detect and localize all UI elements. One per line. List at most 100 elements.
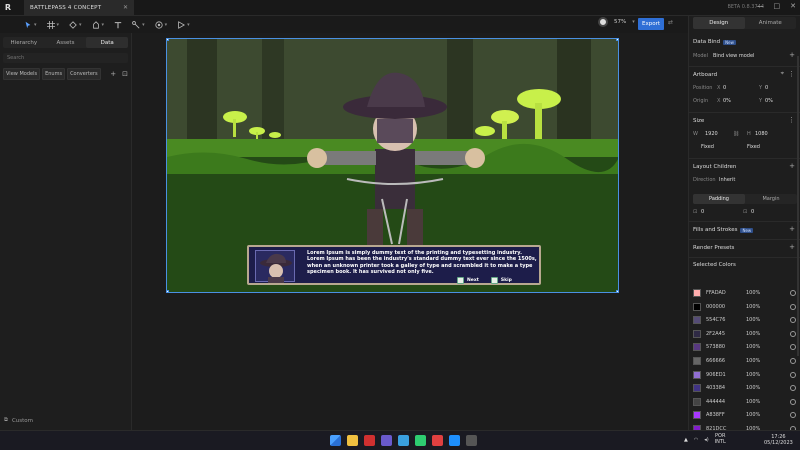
color-opacity[interactable]: 100% bbox=[746, 399, 772, 405]
artboard[interactable]: Lorem Ipsum is simply dummy text of the … bbox=[166, 38, 619, 293]
color-hex[interactable]: 554C76 bbox=[706, 317, 746, 323]
target-icon[interactable]: ⌖ bbox=[781, 70, 784, 78]
eye-icon[interactable] bbox=[790, 385, 796, 392]
language-indicator[interactable]: POR INTL bbox=[715, 433, 726, 445]
color-row[interactable]: 444444 100% bbox=[693, 397, 796, 407]
color-swatch[interactable] bbox=[693, 397, 701, 406]
taskbar-app-icon[interactable] bbox=[415, 435, 426, 446]
pen-tool-icon[interactable]: ▾ bbox=[69, 20, 82, 29]
color-row[interactable]: 403384 100% bbox=[693, 383, 796, 393]
color-hex[interactable]: 2F2A45 bbox=[706, 331, 746, 337]
tab-data[interactable]: Data bbox=[86, 37, 129, 48]
component-tool-icon[interactable]: ▾ bbox=[154, 20, 167, 29]
width-mode-select[interactable]: Fixed bbox=[693, 144, 747, 150]
eye-icon[interactable] bbox=[790, 412, 796, 419]
origin-x-input[interactable]: 0% bbox=[723, 98, 759, 104]
eye-icon[interactable] bbox=[790, 317, 796, 324]
tab-animate[interactable]: Animate bbox=[745, 17, 797, 29]
color-swatch[interactable] bbox=[693, 329, 701, 338]
width-input[interactable]: 1920 bbox=[701, 131, 733, 137]
document-tab[interactable]: BATTLEPASS 4 CONCEPT ✕ bbox=[24, 0, 134, 16]
left-footer[interactable]: ⧉ Custom bbox=[4, 417, 33, 424]
maximize-icon[interactable]: □ bbox=[774, 2, 781, 10]
bone-tool-icon[interactable]: ▾ bbox=[132, 20, 145, 29]
tray-chevron-icon[interactable]: ▲ bbox=[684, 437, 688, 443]
canvas[interactable]: Lorem Ipsum is simply dummy text of the … bbox=[132, 33, 688, 430]
close-tab-icon[interactable]: ✕ bbox=[123, 4, 128, 11]
color-row[interactable]: FFADAD 100% bbox=[693, 288, 796, 298]
taskbar-app-icon[interactable] bbox=[381, 435, 392, 446]
text-tool-icon[interactable] bbox=[114, 21, 122, 29]
direction-select[interactable]: Inherit bbox=[719, 177, 735, 183]
add-icon[interactable]: + bbox=[110, 70, 116, 78]
tab-margin[interactable]: Margin bbox=[745, 194, 797, 204]
eye-icon[interactable] bbox=[790, 290, 796, 296]
color-hex[interactable]: 444444 bbox=[706, 399, 746, 405]
chip-converters[interactable]: Converters bbox=[67, 68, 101, 80]
color-row[interactable]: 666666 100% bbox=[693, 356, 796, 366]
taskbar-app-icon[interactable] bbox=[449, 435, 460, 446]
color-hex[interactable]: 906ED1 bbox=[706, 372, 746, 378]
add-fill-icon[interactable]: + bbox=[789, 225, 795, 233]
color-opacity[interactable]: 100% bbox=[746, 331, 772, 337]
taskbar-app-icon[interactable] bbox=[432, 435, 443, 446]
app-logo-icon[interactable]: R bbox=[0, 0, 16, 16]
eye-icon[interactable] bbox=[790, 371, 796, 378]
color-row[interactable]: 906ED1 100% bbox=[693, 370, 796, 380]
play-tool-icon[interactable]: ▾ bbox=[177, 20, 190, 29]
tab-padding[interactable]: Padding bbox=[693, 194, 745, 204]
zoom-control[interactable]: 57% ▾ bbox=[598, 17, 635, 27]
color-swatch[interactable] bbox=[693, 411, 701, 420]
add-binding-icon[interactable]: + bbox=[789, 51, 795, 59]
export-button[interactable]: Export bbox=[638, 18, 664, 30]
eye-icon[interactable] bbox=[790, 358, 796, 364]
taskbar-app-icon[interactable] bbox=[347, 435, 358, 446]
origin-y-input[interactable]: 0% bbox=[765, 98, 773, 104]
color-hex[interactable]: FFADAD bbox=[706, 290, 746, 296]
volume-icon[interactable]: ◂) bbox=[704, 437, 708, 443]
eye-icon[interactable] bbox=[790, 398, 796, 405]
color-swatch[interactable] bbox=[693, 289, 701, 297]
resize-handle-top-left[interactable] bbox=[167, 39, 169, 41]
height-input[interactable]: 1080 bbox=[755, 131, 768, 137]
eye-icon[interactable] bbox=[790, 303, 796, 310]
color-swatch[interactable] bbox=[693, 302, 701, 311]
close-window-icon[interactable]: ✕ bbox=[790, 2, 796, 10]
model-select[interactable]: Bind view model bbox=[713, 53, 754, 59]
start-menu-icon[interactable] bbox=[330, 435, 341, 446]
color-opacity[interactable]: 100% bbox=[746, 290, 772, 296]
add-layout-icon[interactable]: + bbox=[789, 162, 795, 170]
color-hex[interactable]: A838FF bbox=[706, 412, 746, 418]
eye-icon[interactable] bbox=[790, 330, 796, 337]
taskbar-app-icon[interactable] bbox=[398, 435, 409, 446]
tab-assets[interactable]: Assets bbox=[45, 37, 87, 48]
taskbar-app-icon[interactable] bbox=[466, 435, 477, 446]
resize-handle-top-right[interactable] bbox=[616, 39, 618, 41]
link-icon[interactable]: ⛓ bbox=[733, 131, 741, 137]
padding-left-input[interactable]: 0 bbox=[701, 209, 743, 215]
eye-icon[interactable] bbox=[790, 344, 796, 351]
skip-button[interactable]: Skip bbox=[490, 277, 512, 284]
color-row[interactable]: 2F2A45 100% bbox=[693, 329, 796, 339]
color-row[interactable]: 573880 100% bbox=[693, 342, 796, 352]
avatar[interactable] bbox=[598, 17, 608, 27]
chip-view-models[interactable]: View Models bbox=[3, 68, 41, 80]
select-tool-icon[interactable]: ▾ bbox=[24, 21, 37, 29]
color-row[interactable]: 554C76 100% bbox=[693, 315, 796, 325]
color-row[interactable]: 000000 100% bbox=[693, 302, 796, 312]
color-hex[interactable]: 000000 bbox=[706, 304, 746, 310]
color-swatch[interactable] bbox=[693, 343, 701, 352]
color-hex[interactable]: 666666 bbox=[706, 358, 746, 364]
color-swatch[interactable] bbox=[693, 370, 701, 379]
chevron-down-icon[interactable]: ▾ bbox=[632, 19, 635, 25]
color-opacity[interactable]: 100% bbox=[746, 304, 772, 310]
next-button[interactable]: Next bbox=[457, 277, 479, 284]
folder-icon[interactable]: ⊡ bbox=[122, 70, 128, 78]
more-icon[interactable]: ⋮ bbox=[788, 116, 795, 124]
padding-right-input[interactable]: 0 bbox=[751, 209, 754, 215]
color-hex[interactable]: 573880 bbox=[706, 344, 746, 350]
resize-handle-bottom-left[interactable] bbox=[167, 290, 169, 292]
chip-enums[interactable]: Enums bbox=[42, 68, 66, 80]
clock[interactable]: 17:26 05/12/2023 bbox=[764, 434, 793, 446]
visibility-toggle-icon[interactable]: ⇄ bbox=[668, 19, 673, 26]
